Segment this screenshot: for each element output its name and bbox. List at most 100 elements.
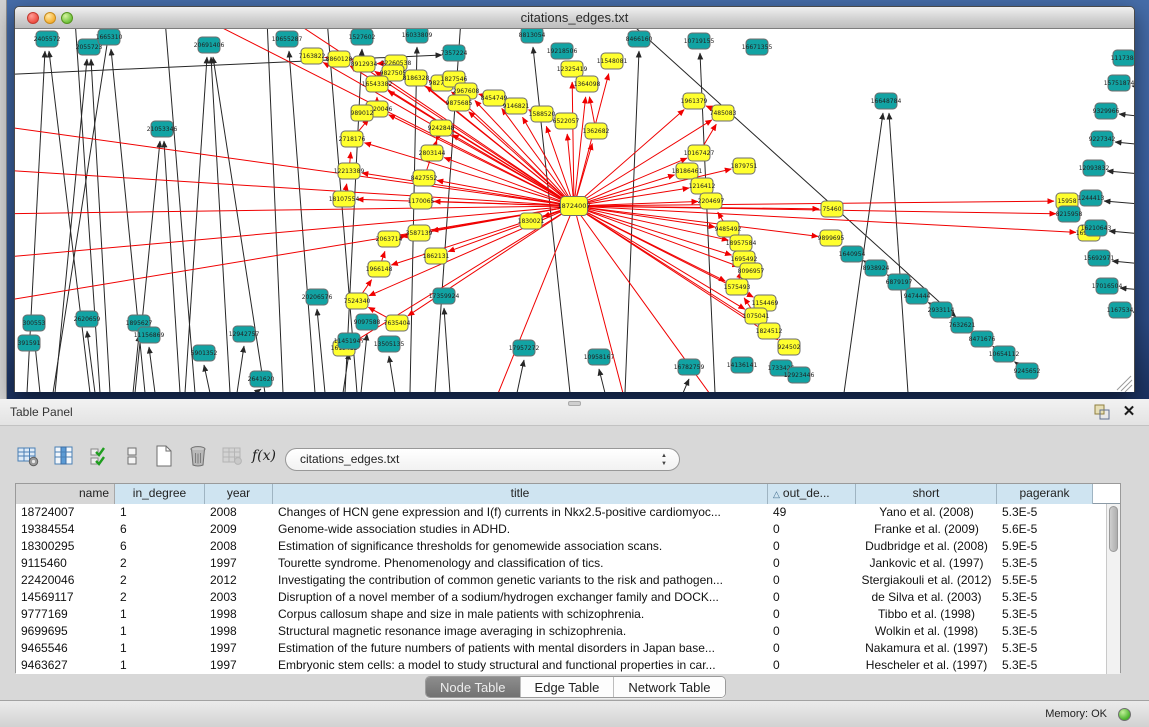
network-node[interactable]: 18186461 — [672, 163, 703, 179]
network-node[interactable]: 1216412 — [689, 178, 716, 194]
network-node[interactable]: 9245652 — [1014, 363, 1041, 379]
network-node[interactable]: 7635404 — [384, 315, 411, 331]
table-row[interactable]: 1456911722003Disruption of a novel membe… — [16, 589, 1106, 606]
tab-edge-table[interactable]: Edge Table — [520, 677, 614, 698]
network-node[interactable]: 10655287 — [272, 31, 303, 47]
network-node[interactable]: 21053346 — [147, 121, 178, 137]
network-node[interactable]: 1075041 — [743, 308, 770, 324]
network-node[interactable]: 1170065 — [408, 193, 435, 209]
network-node[interactable]: 2718176 — [339, 131, 366, 147]
network-node[interactable]: 2063714 — [376, 231, 403, 247]
function-icon[interactable]: f(x) — [250, 442, 278, 470]
table-row[interactable]: 946554611997Estimation of the future num… — [16, 640, 1106, 657]
network-node[interactable]: 1588520 — [529, 106, 556, 122]
network-node[interactable]: 8813054 — [519, 29, 546, 43]
network-node[interactable]: 2620659 — [74, 311, 101, 327]
table-scrollbar[interactable] — [1106, 504, 1120, 674]
network-node[interactable]: 8912934 — [351, 56, 378, 72]
close-panel-icon[interactable]: ✕ — [1121, 402, 1137, 422]
table-row[interactable]: 2242004622012Investigating the contribut… — [16, 572, 1106, 589]
network-node[interactable]: 8186328 — [403, 70, 430, 86]
network-node[interactable]: 75460 — [821, 201, 843, 217]
network-node[interactable]: 7524340 — [344, 293, 371, 309]
network-node[interactable]: 8860128 — [326, 51, 353, 67]
network-node[interactable]: 8471676 — [969, 331, 996, 347]
network-node[interactable]: 2641620 — [248, 371, 275, 387]
network-node[interactable]: 9899695 — [818, 230, 845, 246]
network-node[interactable]: 10719155 — [684, 33, 715, 49]
network-node[interactable]: 16543382 — [362, 76, 393, 92]
network-node[interactable]: 2803144 — [419, 145, 446, 161]
network-node[interactable]: 18957584 — [726, 235, 757, 251]
network-node[interactable]: 2405572 — [34, 31, 61, 47]
network-node[interactable]: 2204697 — [698, 193, 725, 209]
network-node[interactable]: 1117384 — [1111, 50, 1134, 66]
network-node[interactable]: 1362682 — [583, 123, 610, 139]
float-panel-icon[interactable] — [1093, 404, 1111, 420]
network-node[interactable]: 11156869 — [134, 327, 165, 343]
network-node[interactable]: 12942757 — [229, 326, 260, 342]
network-node[interactable]: 1527602 — [349, 29, 376, 45]
network-node[interactable]: 12213389 — [334, 163, 365, 179]
network-node[interactable]: 391591 — [18, 335, 41, 351]
network-window[interactable]: citations_edges.txt 71638228860128891293… — [14, 6, 1135, 392]
network-node[interactable]: 6522057 — [553, 113, 580, 129]
network-node[interactable]: 1640954 — [839, 246, 866, 262]
network-node[interactable]: 5901352 — [191, 345, 218, 361]
network-node[interactable]: 1966148 — [366, 261, 393, 277]
rows-icon[interactable] — [118, 442, 146, 470]
network-node[interactable]: 9146821 — [503, 98, 530, 114]
network-node[interactable]: 7485083 — [710, 105, 737, 121]
network-node[interactable]: 6879197 — [886, 274, 913, 290]
table-row[interactable]: 911546021997Tourette syndrome. Phenomeno… — [16, 555, 1106, 572]
network-node[interactable]: 10167427 — [684, 145, 715, 161]
network-node[interactable]: 16671355 — [742, 39, 773, 55]
splitter-handle[interactable] — [568, 401, 581, 406]
network-node[interactable]: 8427552 — [411, 170, 438, 186]
network-node[interactable]: 7632621 — [949, 317, 976, 333]
table-settings-icon[interactable] — [14, 442, 42, 470]
network-node[interactable]: 8096957 — [738, 263, 765, 279]
column-header-year[interactable]: year — [205, 484, 273, 504]
network-node[interactable]: 989012 — [351, 105, 374, 121]
network-node[interactable]: 15692971 — [1084, 250, 1115, 266]
network-node[interactable]: 1879751 — [731, 158, 758, 174]
table-selector-dropdown[interactable]: citations_edges.txt ▲▼ — [285, 448, 680, 471]
network-node[interactable]: 17016504 — [1092, 278, 1123, 294]
network-node[interactable]: 10654112 — [989, 346, 1020, 362]
network-node[interactable]: 20206576 — [302, 289, 333, 305]
table-row[interactable]: 1872400712008Changes of HCN gene express… — [16, 504, 1106, 521]
table-row[interactable]: 969969511998Structural magnetic resonanc… — [16, 623, 1106, 640]
network-node[interactable]: 16782759 — [674, 359, 705, 375]
network-node[interactable]: 9242848 — [428, 120, 455, 136]
network-node[interactable]: 300553 — [23, 315, 46, 331]
column-header-title[interactable]: title — [273, 484, 768, 504]
network-node[interactable]: 1167534 — [1107, 302, 1134, 318]
network-node[interactable]: 17359924 — [429, 288, 460, 304]
network-node[interactable]: 9329966 — [1093, 103, 1120, 119]
network-node[interactable]: 7357224 — [441, 45, 468, 61]
new-document-icon[interactable] — [150, 442, 178, 470]
network-node[interactable]: 1575493 — [724, 279, 751, 295]
column-header-name[interactable]: name — [16, 484, 115, 504]
table-row[interactable]: 1830029562008Estimation of significance … — [16, 538, 1106, 555]
network-node[interactable]: 9875685 — [446, 95, 473, 111]
network-node[interactable]: 20691406 — [194, 37, 225, 53]
network-canvas[interactable]: 7163822886012889129342226053898275051654… — [15, 29, 1134, 392]
network-node[interactable]: 11451947 — [334, 333, 365, 349]
network-node[interactable]: 13505135 — [374, 336, 405, 352]
column-header-pagerank[interactable]: pagerank — [997, 484, 1093, 504]
scrollbar-thumb[interactable] — [1109, 506, 1118, 552]
network-node[interactable]: 14136141 — [727, 357, 758, 373]
network-node[interactable]: 8466160 — [626, 31, 653, 47]
network-node[interactable]: 12923446 — [784, 367, 815, 383]
network-node[interactable]: 924502 — [778, 339, 801, 355]
network-node[interactable]: 3587139 — [406, 225, 433, 241]
network-node[interactable]: 15751874 — [1104, 75, 1134, 91]
network-node[interactable]: 19218506 — [547, 43, 578, 59]
network-node[interactable]: 1961379 — [681, 93, 708, 109]
network-node[interactable]: 9227342 — [1089, 131, 1116, 147]
table-row[interactable]: 1938455462009Genome-wide association stu… — [16, 521, 1106, 538]
network-node[interactable]: 8215958 — [1056, 206, 1083, 222]
column-header-out_degree[interactable]: △out_de... — [768, 484, 856, 504]
